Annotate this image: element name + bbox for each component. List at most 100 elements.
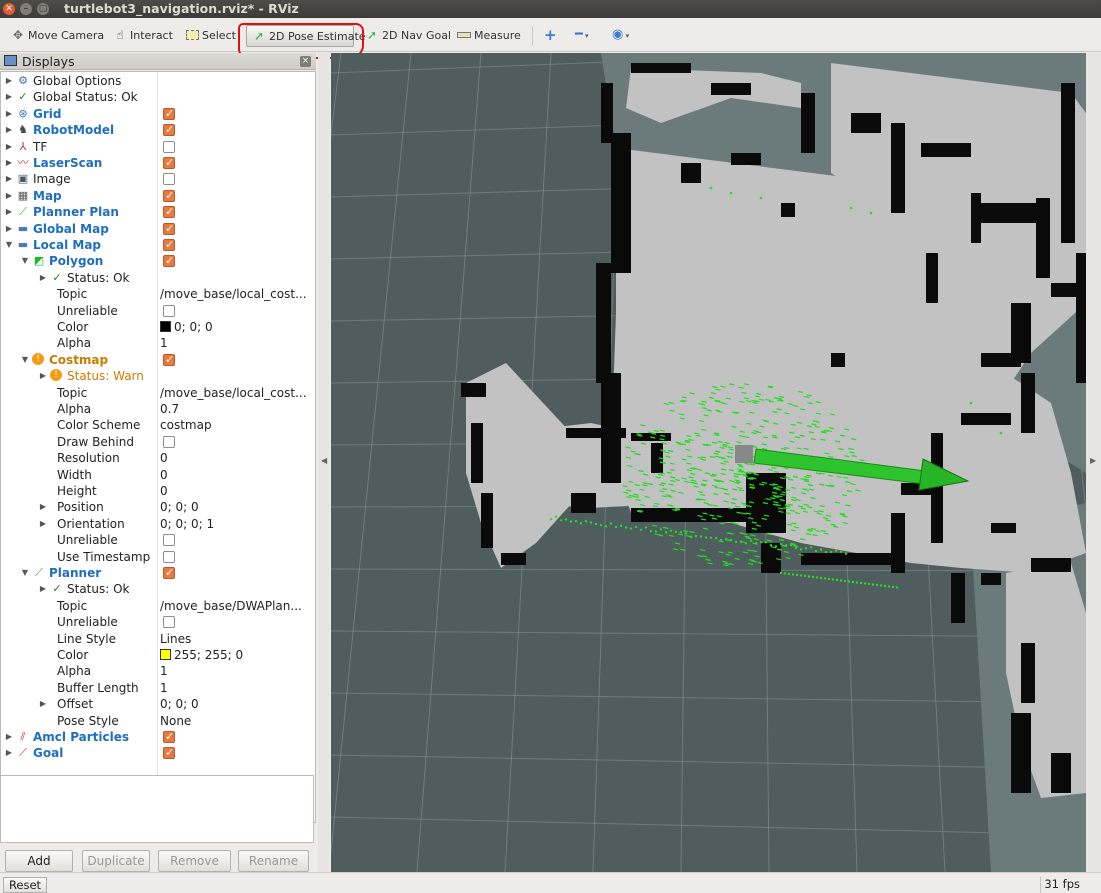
displays-tree[interactable]: ▶ ⚙ Global Options ▶ ✓ Global Status: Ok ▶ ⊛ Gri… [0, 71, 316, 823]
tree-row[interactable]: ▶ ▣ Image [1, 171, 315, 187]
collapse-right-icon[interactable]: ▶ [1090, 456, 1096, 465]
expand-right-icon[interactable]: ▶ [4, 188, 14, 204]
tree-row[interactable]: Resolution 0 [1, 450, 315, 466]
tree-row[interactable]: ▶ ✓ Status: Ok [1, 270, 315, 286]
expand-right-icon[interactable]: ▶ [38, 696, 48, 712]
tree-row[interactable]: Draw Behind [1, 434, 315, 450]
visibility-checkbox[interactable] [163, 550, 175, 563]
panel-close-icon[interactable]: × [300, 56, 311, 67]
expand-down-icon[interactable]: ▼ [20, 253, 30, 269]
add-button[interactable]: Add [5, 850, 73, 872]
right-dock-handle[interactable]: ▶ [1086, 53, 1101, 872]
visibility-checkbox[interactable] [163, 435, 175, 448]
remove-tool-icon[interactable]: ━ ▾ [575, 26, 589, 44]
tree-row-value[interactable]: Lines [160, 631, 314, 647]
tree-row[interactable]: Use Timestamp [1, 549, 315, 565]
expand-right-icon[interactable]: ▶ [4, 73, 14, 89]
tree-row[interactable]: Buffer Length 1 [1, 680, 315, 696]
expand-right-icon[interactable]: ▶ [38, 270, 48, 286]
expand-right-icon[interactable]: ▶ [4, 155, 14, 171]
left-dock-handle[interactable]: ◀ [318, 53, 330, 872]
tree-row[interactable]: ▶ ⫽ Amcl Particles [1, 729, 315, 745]
tree-row[interactable]: ▶ ▬ Global Map [1, 221, 315, 237]
eye-icon[interactable]: ◉ ▾ [612, 26, 629, 44]
tree-row-value[interactable]: 0.7 [160, 401, 314, 417]
visibility-checkbox[interactable] [163, 204, 175, 220]
tree-row[interactable]: ▶ ♞ RobotModel [1, 122, 315, 138]
tree-row-value[interactable]: 0; 0; 0 [160, 696, 314, 712]
visibility-checkbox[interactable] [163, 729, 175, 745]
maximize-icon[interactable]: ▢ [37, 3, 49, 15]
tree-row[interactable]: ▼ ▬ Local Map [1, 237, 315, 253]
visibility-checkbox[interactable] [163, 352, 175, 368]
tree-row-value[interactable]: 1 [160, 335, 314, 351]
visibility-checkbox[interactable] [163, 106, 175, 122]
tree-row[interactable]: ▶ Offset 0; 0; 0 [1, 696, 315, 712]
tree-row[interactable]: ▶! Status: Warn [1, 368, 315, 384]
nav-goal-tool[interactable]: ➚ 2D Nav Goal [364, 26, 451, 44]
tree-row[interactable]: Alpha 0.7 [1, 401, 315, 417]
expand-right-icon[interactable]: ▶ [4, 729, 14, 745]
tree-row[interactable]: ▶ ✓ Status: Ok [1, 581, 315, 597]
measure-tool[interactable]: Measure [456, 26, 521, 44]
tree-row[interactable]: Line Style Lines [1, 631, 315, 647]
tree-row[interactable]: Alpha 1 [1, 663, 315, 679]
visibility-checkbox[interactable] [163, 221, 175, 237]
visibility-checkbox[interactable] [163, 140, 175, 153]
expand-right-icon[interactable]: ▶ [4, 221, 14, 237]
tree-row[interactable]: Unreliable [1, 614, 315, 630]
tree-row-value[interactable]: 0; 0; 0; 1 [160, 516, 314, 532]
tree-row[interactable]: Pose Style None [1, 713, 315, 729]
tree-row[interactable]: ▼! Costmap [1, 352, 315, 368]
tree-row[interactable]: Unreliable [1, 303, 315, 319]
expand-right-icon[interactable]: ▶ [38, 516, 48, 532]
tree-row[interactable]: ▶ ⟋ Goal [1, 745, 315, 761]
tree-row[interactable]: Alpha 1 [1, 335, 315, 351]
tree-row-value[interactable]: None [160, 713, 314, 729]
tree-row[interactable]: ▶ ⊛ Grid [1, 106, 315, 122]
visibility-checkbox[interactable] [163, 253, 175, 269]
visibility-checkbox[interactable] [163, 188, 175, 204]
expand-down-icon[interactable]: ▼ [20, 352, 30, 368]
tree-row[interactable]: Unreliable [1, 532, 315, 548]
tree-row-value[interactable]: /move_base/DWAPlan... [160, 598, 314, 614]
expand-right-icon[interactable]: ▶ [38, 368, 48, 384]
expand-right-icon[interactable]: ▶ [4, 204, 14, 220]
render-viewport[interactable] [331, 53, 1086, 872]
tree-row-value[interactable]: 0; 0; 0 [160, 319, 314, 335]
expand-right-icon[interactable]: ▶ [38, 499, 48, 515]
visibility-checkbox[interactable] [163, 534, 175, 547]
interact-tool[interactable]: ☝ Interact [112, 26, 173, 44]
expand-right-icon[interactable]: ▶ [38, 581, 48, 597]
expand-right-icon[interactable]: ▶ [4, 745, 14, 761]
tree-row[interactable]: ▶ ⚙ Global Options [1, 73, 315, 89]
expand-right-icon[interactable]: ▶ [4, 139, 14, 155]
tree-row[interactable]: ▶ 〰 LaserScan [1, 155, 315, 171]
expand-right-icon[interactable]: ▶ [4, 106, 14, 122]
tree-row-value[interactable]: /move_base/local_cost... [160, 385, 314, 401]
expand-down-icon[interactable]: ▼ [4, 237, 14, 253]
visibility-checkbox[interactable] [163, 155, 175, 171]
visibility-checkbox[interactable] [163, 173, 175, 186]
duplicate-button[interactable]: Duplicate [82, 850, 150, 872]
tree-row[interactable]: Height 0 [1, 483, 315, 499]
tree-row-value[interactable]: 0; 0; 0 [160, 499, 314, 515]
tree-row-value[interactable]: 1 [160, 663, 314, 679]
tree-row[interactable]: ▶ ▦ Map [1, 188, 315, 204]
tree-row-value[interactable]: 0 [160, 450, 314, 466]
visibility-checkbox[interactable] [163, 237, 175, 253]
tree-row[interactable]: Color 0; 0; 0 [1, 319, 315, 335]
expand-right-icon[interactable]: ▶ [4, 122, 14, 138]
tree-row[interactable]: ▶ ⅄ TF [1, 139, 315, 155]
visibility-checkbox[interactable] [163, 616, 175, 629]
select-tool[interactable]: Select [184, 26, 236, 44]
color-swatch[interactable] [160, 321, 171, 332]
tree-row-value[interactable]: 0 [160, 467, 314, 483]
map-scene[interactable] [331, 53, 1086, 872]
tree-row[interactable]: ▶ ✓ Global Status: Ok [1, 89, 315, 105]
tree-row[interactable]: ▶ Position 0; 0; 0 [1, 499, 315, 515]
close-icon[interactable]: ✕ [3, 3, 15, 15]
minimize-icon[interactable]: – [20, 3, 32, 15]
tree-row[interactable]: ▼ ⟋ Planner [1, 565, 315, 581]
add-tool-icon[interactable]: + [544, 26, 557, 44]
